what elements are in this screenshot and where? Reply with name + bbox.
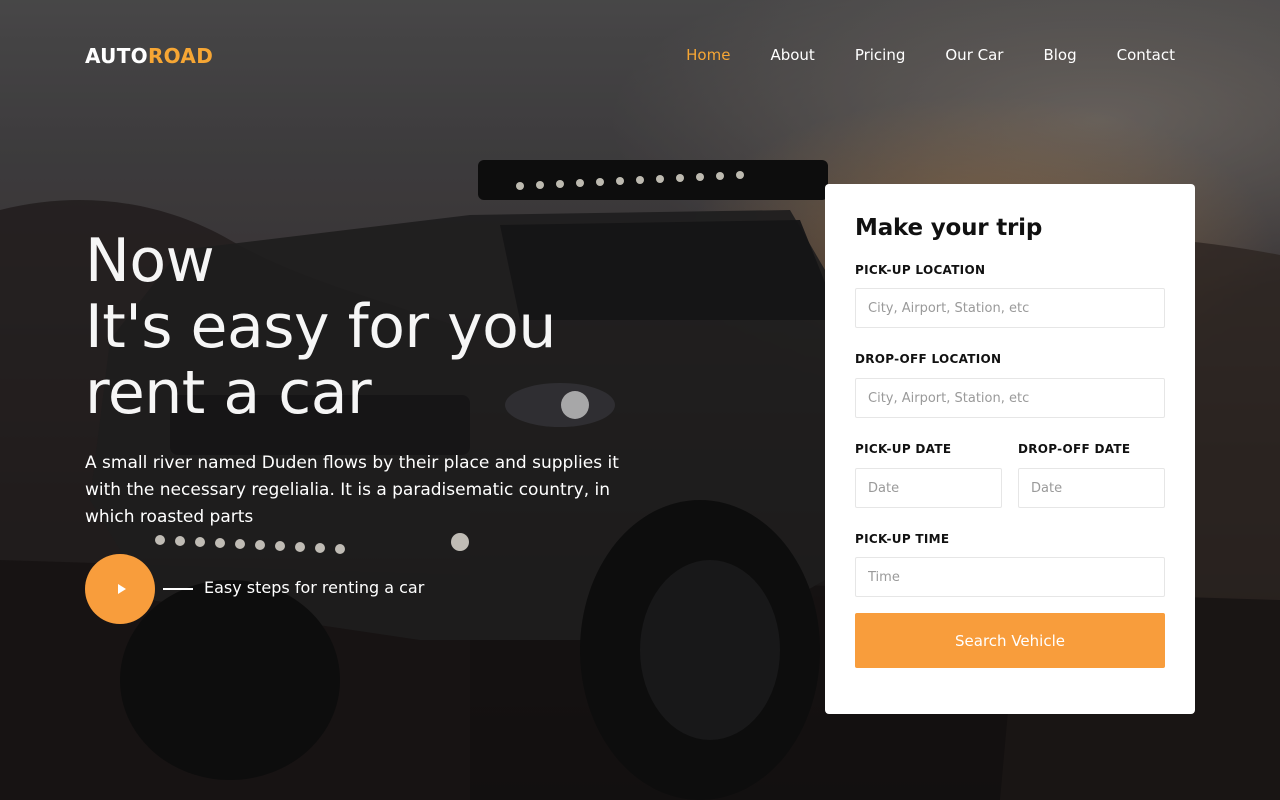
dropoff-location-input[interactable] [855, 378, 1165, 418]
dropoff-date-label: DROP-OFF DATE [1018, 442, 1131, 456]
pickup-date-input[interactable] [855, 468, 1002, 508]
headline-line-2: It's easy for you [85, 292, 556, 362]
main-nav: Home About Pricing Our Car Blog Contact [686, 46, 1175, 64]
headline-line-1: Now [85, 226, 215, 296]
nav-home[interactable]: Home [686, 46, 730, 64]
dropoff-date-input[interactable] [1018, 468, 1165, 508]
dropoff-location-label: DROP-OFF LOCATION [855, 352, 1002, 366]
nav-contact[interactable]: Contact [1117, 46, 1175, 64]
pickup-time-input[interactable] [855, 557, 1165, 597]
brand-logo[interactable]: AUTOROAD [85, 44, 213, 68]
steps-label: Easy steps for renting a car [204, 578, 425, 597]
search-vehicle-button[interactable]: Search Vehicle [855, 613, 1165, 668]
nav-about[interactable]: About [770, 46, 814, 64]
hero-subtitle: A small river named Duden flows by their… [85, 453, 619, 527]
play-video-button[interactable] [85, 554, 155, 624]
pickup-location-input[interactable] [855, 288, 1165, 328]
pickup-time-label: PICK-UP TIME [855, 532, 950, 546]
brand-part1: AUTO [85, 44, 148, 68]
nav-blog[interactable]: Blog [1043, 46, 1076, 64]
pickup-location-label: PICK-UP LOCATION [855, 263, 986, 277]
pickup-date-label: PICK-UP DATE [855, 442, 952, 456]
nav-pricing[interactable]: Pricing [855, 46, 906, 64]
trip-form-title: Make your trip [855, 215, 1043, 241]
nav-our-car[interactable]: Our Car [945, 46, 1003, 64]
trip-form: Make your trip PICK-UP LOCATION DROP-OFF… [825, 184, 1195, 714]
brand-part2: ROAD [147, 44, 214, 68]
play-icon [117, 584, 126, 594]
hero-headline: Now It's easy for you rent a car [85, 228, 556, 426]
steps-divider [163, 588, 193, 590]
headline-line-3: rent a car [85, 358, 372, 428]
